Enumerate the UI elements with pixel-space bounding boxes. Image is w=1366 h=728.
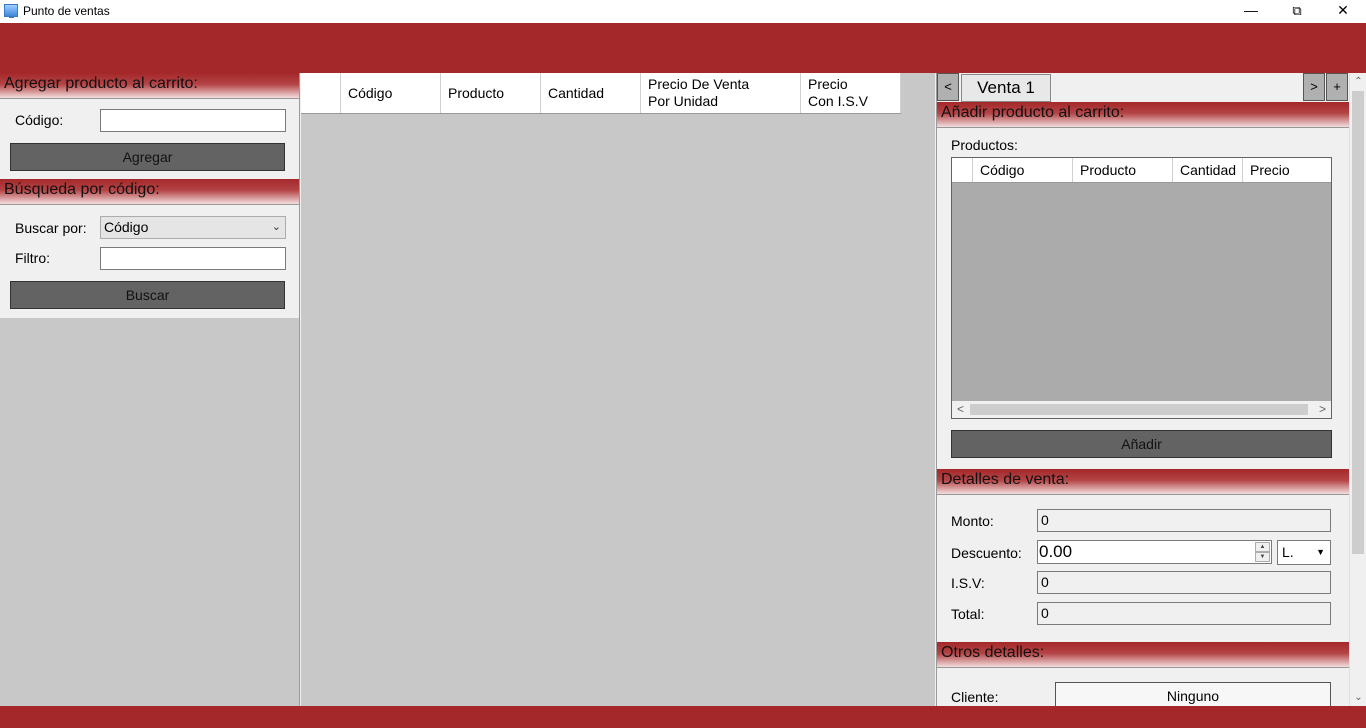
row-header-corner	[301, 73, 341, 113]
search-button[interactable]: Buscar	[10, 281, 285, 309]
search-by-select[interactable]: Código ⌄	[100, 216, 286, 239]
column-header-code[interactable]: Código	[341, 73, 441, 113]
chevron-down-icon: ⌄	[271, 221, 281, 233]
total-label: Total:	[951, 606, 985, 622]
row-header-corner	[952, 158, 973, 182]
scroll-down-icon[interactable]: ⌄	[1350, 689, 1366, 706]
currency-value: L.	[1282, 544, 1294, 560]
other-details-header: Otros detalles:	[937, 642, 1350, 668]
column-header-quantity[interactable]: Cantidad	[541, 73, 641, 113]
code-input[interactable]	[100, 109, 286, 132]
products-label: Productos:	[951, 137, 1018, 153]
search-section: Búsqueda por código: Buscar por: Código …	[0, 179, 299, 318]
tab-venta-1[interactable]: Venta 1	[961, 74, 1051, 102]
sale-details-header: Detalles de venta:	[937, 469, 1350, 495]
cart-grid-header: Código Producto Cantidad Precio De Venta…	[301, 73, 901, 114]
add-product-button[interactable]: Añadir	[951, 430, 1332, 458]
tax-label: I.S.V:	[951, 575, 985, 591]
filter-input[interactable]	[100, 247, 286, 270]
other-details-section: Otros detalles: Cliente: Ninguno	[937, 642, 1350, 706]
horizontal-scrollbar[interactable]: < >	[952, 401, 1331, 418]
maximize-button[interactable]: ⧉	[1274, 0, 1320, 23]
column-header-product[interactable]: Producto	[1073, 158, 1173, 182]
currency-select[interactable]: L. ▼	[1277, 540, 1331, 565]
header-banner	[0, 23, 1366, 73]
client-label: Cliente:	[951, 689, 999, 705]
tax-field: 0	[1037, 571, 1331, 594]
column-header-price[interactable]: Precio	[1243, 158, 1331, 182]
column-header-unit-price[interactable]: Precio De Venta Por Unidad	[641, 73, 801, 113]
search-header: Búsqueda por código:	[0, 179, 299, 205]
search-by-value: Código	[104, 219, 149, 235]
discount-value: 0.00	[1039, 542, 1073, 561]
add-to-cart-section: Agregar producto al carrito: Código: Agr…	[0, 73, 299, 179]
column-header-code[interactable]: Código	[973, 158, 1073, 182]
sale-details-section: Detalles de venta: Monto: 0 Descuento: 0…	[937, 469, 1350, 642]
vertical-scrollbar[interactable]: ⌃ ⌄	[1349, 73, 1366, 706]
add-tab-button[interactable]: +	[1326, 73, 1348, 101]
amount-label: Monto:	[951, 513, 994, 529]
scrollbar-thumb[interactable]	[1352, 91, 1364, 554]
minimize-button[interactable]: —	[1228, 0, 1274, 23]
next-tab-button[interactable]: >	[1303, 73, 1325, 101]
add-to-cart-header: Agregar producto al carrito:	[0, 73, 299, 99]
window-title: Punto de ventas	[23, 4, 110, 18]
left-panel: Agregar producto al carrito: Código: Agr…	[0, 73, 300, 706]
filter-label: Filtro:	[15, 250, 50, 266]
increment-icon[interactable]: ▲	[1255, 542, 1270, 552]
decrement-icon[interactable]: ▼	[1255, 552, 1270, 562]
scroll-left-icon[interactable]: <	[952, 401, 969, 418]
app-icon	[4, 4, 18, 18]
sale-tabs: < Venta 1 > +	[937, 73, 1350, 102]
add-product-header: Añadir producto al carrito:	[937, 102, 1350, 128]
column-header-product[interactable]: Producto	[441, 73, 541, 113]
column-header-quantity[interactable]: Cantidad	[1173, 158, 1243, 182]
title-bar: Punto de ventas — ⧉ ✕	[0, 0, 1366, 23]
client-select-button[interactable]: Ninguno	[1055, 682, 1331, 706]
search-by-label: Buscar por:	[15, 220, 87, 236]
products-grid[interactable]: Código Producto Cantidad Precio < >	[951, 157, 1332, 419]
total-field: 0	[1037, 602, 1331, 625]
scroll-up-icon[interactable]: ⌃	[1350, 73, 1366, 90]
amount-field: 0	[1037, 509, 1331, 532]
previous-tab-button[interactable]: <	[937, 73, 959, 101]
add-button[interactable]: Agregar	[10, 143, 285, 171]
discount-label: Descuento:	[951, 545, 1022, 561]
scroll-right-icon[interactable]: >	[1314, 401, 1331, 418]
code-label: Código:	[15, 112, 64, 128]
close-button[interactable]: ✕	[1320, 0, 1366, 23]
right-panel: < Venta 1 > + Añadir producto al carrito…	[936, 73, 1350, 706]
cart-grid[interactable]: Código Producto Cantidad Precio De Venta…	[301, 73, 935, 706]
scrollbar-thumb[interactable]	[970, 404, 1308, 415]
products-grid-header: Código Producto Cantidad Precio	[952, 158, 1331, 183]
column-header-price-tax[interactable]: Precio Con I.S.V	[801, 73, 901, 113]
dropdown-arrow-icon: ▼	[1316, 547, 1325, 557]
footer-bar	[0, 706, 1366, 728]
discount-stepper[interactable]: 0.00 ▲ ▼	[1037, 540, 1272, 564]
